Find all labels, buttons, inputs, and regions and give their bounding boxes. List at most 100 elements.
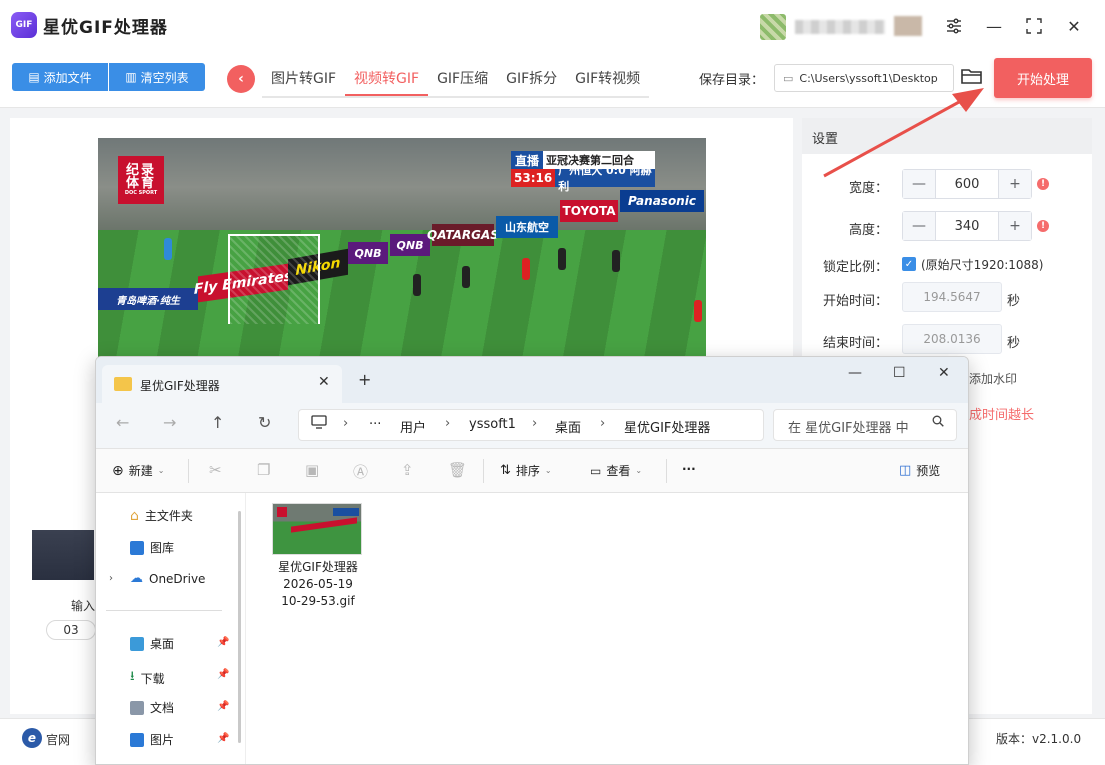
breadcrumb-item-folder[interactable]: 星优GIF处理器 bbox=[624, 417, 710, 436]
breadcrumb-item-desktop[interactable]: 桌面 bbox=[555, 417, 581, 436]
explorer-close-button[interactable]: ✕ bbox=[938, 365, 950, 381]
tab-gif-compress[interactable]: GIF压缩 bbox=[428, 62, 497, 96]
player bbox=[522, 258, 530, 280]
back-icon[interactable]: ‹ bbox=[227, 65, 255, 93]
search-input[interactable]: 在 星优GIF处理器 中 bbox=[773, 409, 957, 441]
explorer-maximize-button[interactable]: ☐ bbox=[893, 365, 906, 381]
nav-item-onedrive[interactable]: ☁ OneDrive bbox=[130, 571, 205, 586]
height-stepper[interactable]: — 340 + bbox=[902, 211, 1032, 241]
forward-arrow-icon[interactable]: → bbox=[163, 413, 176, 432]
height-decrement-button[interactable]: — bbox=[903, 212, 935, 240]
cut-icon[interactable]: ✂ bbox=[209, 461, 222, 479]
breadcrumb-item-users[interactable]: 用户 bbox=[400, 417, 426, 436]
breadcrumb-ellipsis[interactable]: ··· bbox=[369, 417, 381, 432]
nav-divider bbox=[106, 610, 222, 611]
gif-file-name[interactable]: 星优GIF处理器 2026-05-19 10-29-53.gif bbox=[260, 559, 376, 610]
tab-gif-split[interactable]: GIF拆分 bbox=[497, 62, 566, 96]
clear-list-button[interactable]: ▥ 清空列表 bbox=[109, 63, 205, 91]
nav-item-label: 桌面 bbox=[150, 637, 175, 651]
chevron-right-icon: › bbox=[600, 416, 606, 431]
gif-file-thumbnail[interactable] bbox=[272, 503, 362, 555]
ad-board: 青岛啤酒·纯生 bbox=[98, 288, 198, 310]
width-stepper[interactable]: — 600 + bbox=[902, 169, 1032, 199]
video-thumbnail[interactable] bbox=[32, 530, 94, 580]
user-avatar[interactable] bbox=[760, 14, 786, 40]
minimize-button[interactable]: — bbox=[982, 14, 1006, 38]
breadcrumb[interactable]: › ··· 用户 › yssoft1 › 桌面 › 星优GIF处理器 bbox=[298, 409, 764, 441]
nav-item-pictures[interactable]: 图片 bbox=[130, 731, 174, 748]
clear-list-label: 清空列表 bbox=[140, 70, 189, 85]
rename-icon[interactable]: Ⓐ bbox=[353, 461, 368, 482]
refresh-icon[interactable]: ↻ bbox=[258, 413, 271, 432]
file-name-line: 2026-05-19 bbox=[283, 577, 353, 591]
app-logo-icon: GIF bbox=[11, 12, 37, 38]
explorer-minimize-button[interactable]: — bbox=[848, 365, 862, 381]
nav-item-gallery[interactable]: 图库 bbox=[130, 539, 174, 556]
sort-icon: ⇅ bbox=[500, 463, 511, 478]
pin-icon[interactable]: 📌 bbox=[217, 669, 229, 680]
paste-icon[interactable]: ▣ bbox=[305, 461, 319, 479]
explorer-tab[interactable]: 星优GIF处理器 ✕ bbox=[102, 365, 342, 403]
tab-image-to-gif[interactable]: 图片转GIF bbox=[262, 62, 345, 96]
separator bbox=[483, 459, 484, 483]
width-increment-button[interactable]: + bbox=[999, 170, 1031, 198]
width-warning-icon[interactable]: ! bbox=[1037, 178, 1049, 190]
tab-close-icon[interactable]: ✕ bbox=[318, 374, 330, 390]
up-arrow-icon[interactable]: ↑ bbox=[211, 413, 224, 432]
nav-item-documents[interactable]: 文档 bbox=[130, 699, 174, 716]
expand-chevron-icon[interactable]: › bbox=[109, 573, 113, 584]
add-file-button[interactable]: ▤ 添加文件 bbox=[12, 63, 108, 91]
tab-gif-to-video[interactable]: GIF转视频 bbox=[566, 62, 649, 96]
file-explorer-window: 星优GIF处理器 ✕ + — ☐ ✕ ← → ↑ ↻ › ··· 用户 › ys… bbox=[95, 356, 969, 765]
preview-label: 预览 bbox=[916, 464, 941, 478]
delete-icon[interactable]: 🗑 bbox=[448, 461, 467, 479]
sort-button[interactable]: ⇅ 排序 ⌄ bbox=[500, 462, 552, 479]
explorer-tab-bar: 星优GIF处理器 ✕ + — ☐ ✕ bbox=[96, 357, 968, 403]
start-time-input[interactable]: 194.5647 bbox=[902, 282, 1002, 312]
lock-ratio-checkbox[interactable]: ✓ bbox=[902, 257, 916, 271]
more-options-button[interactable]: ··· bbox=[682, 462, 696, 476]
width-decrement-button[interactable]: — bbox=[903, 170, 935, 198]
save-dir-input[interactable]: ▭ C:\Users\yssoft1\Desktop bbox=[774, 64, 954, 92]
copy-icon[interactable]: ❐ bbox=[257, 461, 270, 479]
breadcrumb-item-user[interactable]: yssoft1 bbox=[469, 417, 516, 432]
nav-item-home[interactable]: ⌂ 主文件夹 bbox=[130, 507, 193, 524]
pin-icon[interactable]: 📌 bbox=[217, 701, 229, 712]
settings-icon[interactable] bbox=[942, 14, 966, 38]
back-arrow-icon[interactable]: ← bbox=[116, 413, 129, 432]
view-button[interactable]: ▭ 查看 ⌄ bbox=[590, 462, 642, 479]
height-increment-button[interactable]: + bbox=[999, 212, 1031, 240]
pin-icon[interactable]: 📌 bbox=[217, 733, 229, 744]
height-warning-icon[interactable]: ! bbox=[1037, 220, 1049, 232]
new-button[interactable]: ⊕ 新建 ⌄ bbox=[112, 462, 164, 479]
height-value[interactable]: 340 bbox=[935, 212, 999, 240]
end-time-input[interactable]: 208.0136 bbox=[902, 324, 1002, 354]
nav-scrollbar[interactable] bbox=[238, 511, 241, 743]
preview-pane-button[interactable]: ◫ 预览 bbox=[899, 462, 940, 479]
width-value[interactable]: 600 bbox=[935, 170, 999, 198]
maximize-button[interactable] bbox=[1022, 14, 1046, 38]
warning-text: 成时间越长 bbox=[969, 408, 1035, 423]
video-preview[interactable]: 青岛啤酒·纯生 Fly Emirates Nikon QNB QNB QATAR… bbox=[98, 138, 706, 368]
file-pill[interactable]: 03 bbox=[46, 620, 96, 640]
nav-item-desktop[interactable]: 桌面 bbox=[130, 635, 174, 652]
nav-item-downloads[interactable]: ⭳ 下载 bbox=[130, 667, 165, 689]
nav-item-label: 下载 bbox=[140, 671, 165, 686]
share-icon[interactable]: ⇪ bbox=[401, 461, 414, 479]
title-bar: GIF 星优GIF处理器 — ✕ bbox=[0, 0, 1105, 52]
pin-icon[interactable]: 📌 bbox=[217, 637, 229, 648]
close-button[interactable]: ✕ bbox=[1062, 14, 1086, 38]
thumbnail-adboard bbox=[291, 517, 357, 533]
start-process-button[interactable]: 开始处理 bbox=[994, 58, 1092, 98]
new-tab-icon[interactable]: + bbox=[358, 370, 371, 389]
website-icon[interactable]: e bbox=[22, 728, 42, 748]
open-folder-icon[interactable] bbox=[960, 66, 986, 90]
channel-logo-line2: 体育 bbox=[125, 176, 156, 192]
website-link[interactable]: 官网 bbox=[46, 731, 70, 748]
width-label: 宽度： bbox=[848, 181, 888, 196]
watermark-option[interactable]: 添加水印 bbox=[969, 370, 1017, 387]
tab-video-to-gif[interactable]: 视频转GIF bbox=[345, 62, 429, 96]
chevron-right-icon: › bbox=[343, 416, 349, 431]
folder-outline-icon: ▭ bbox=[783, 71, 794, 85]
start-time-label: 开始时间： bbox=[822, 294, 888, 309]
